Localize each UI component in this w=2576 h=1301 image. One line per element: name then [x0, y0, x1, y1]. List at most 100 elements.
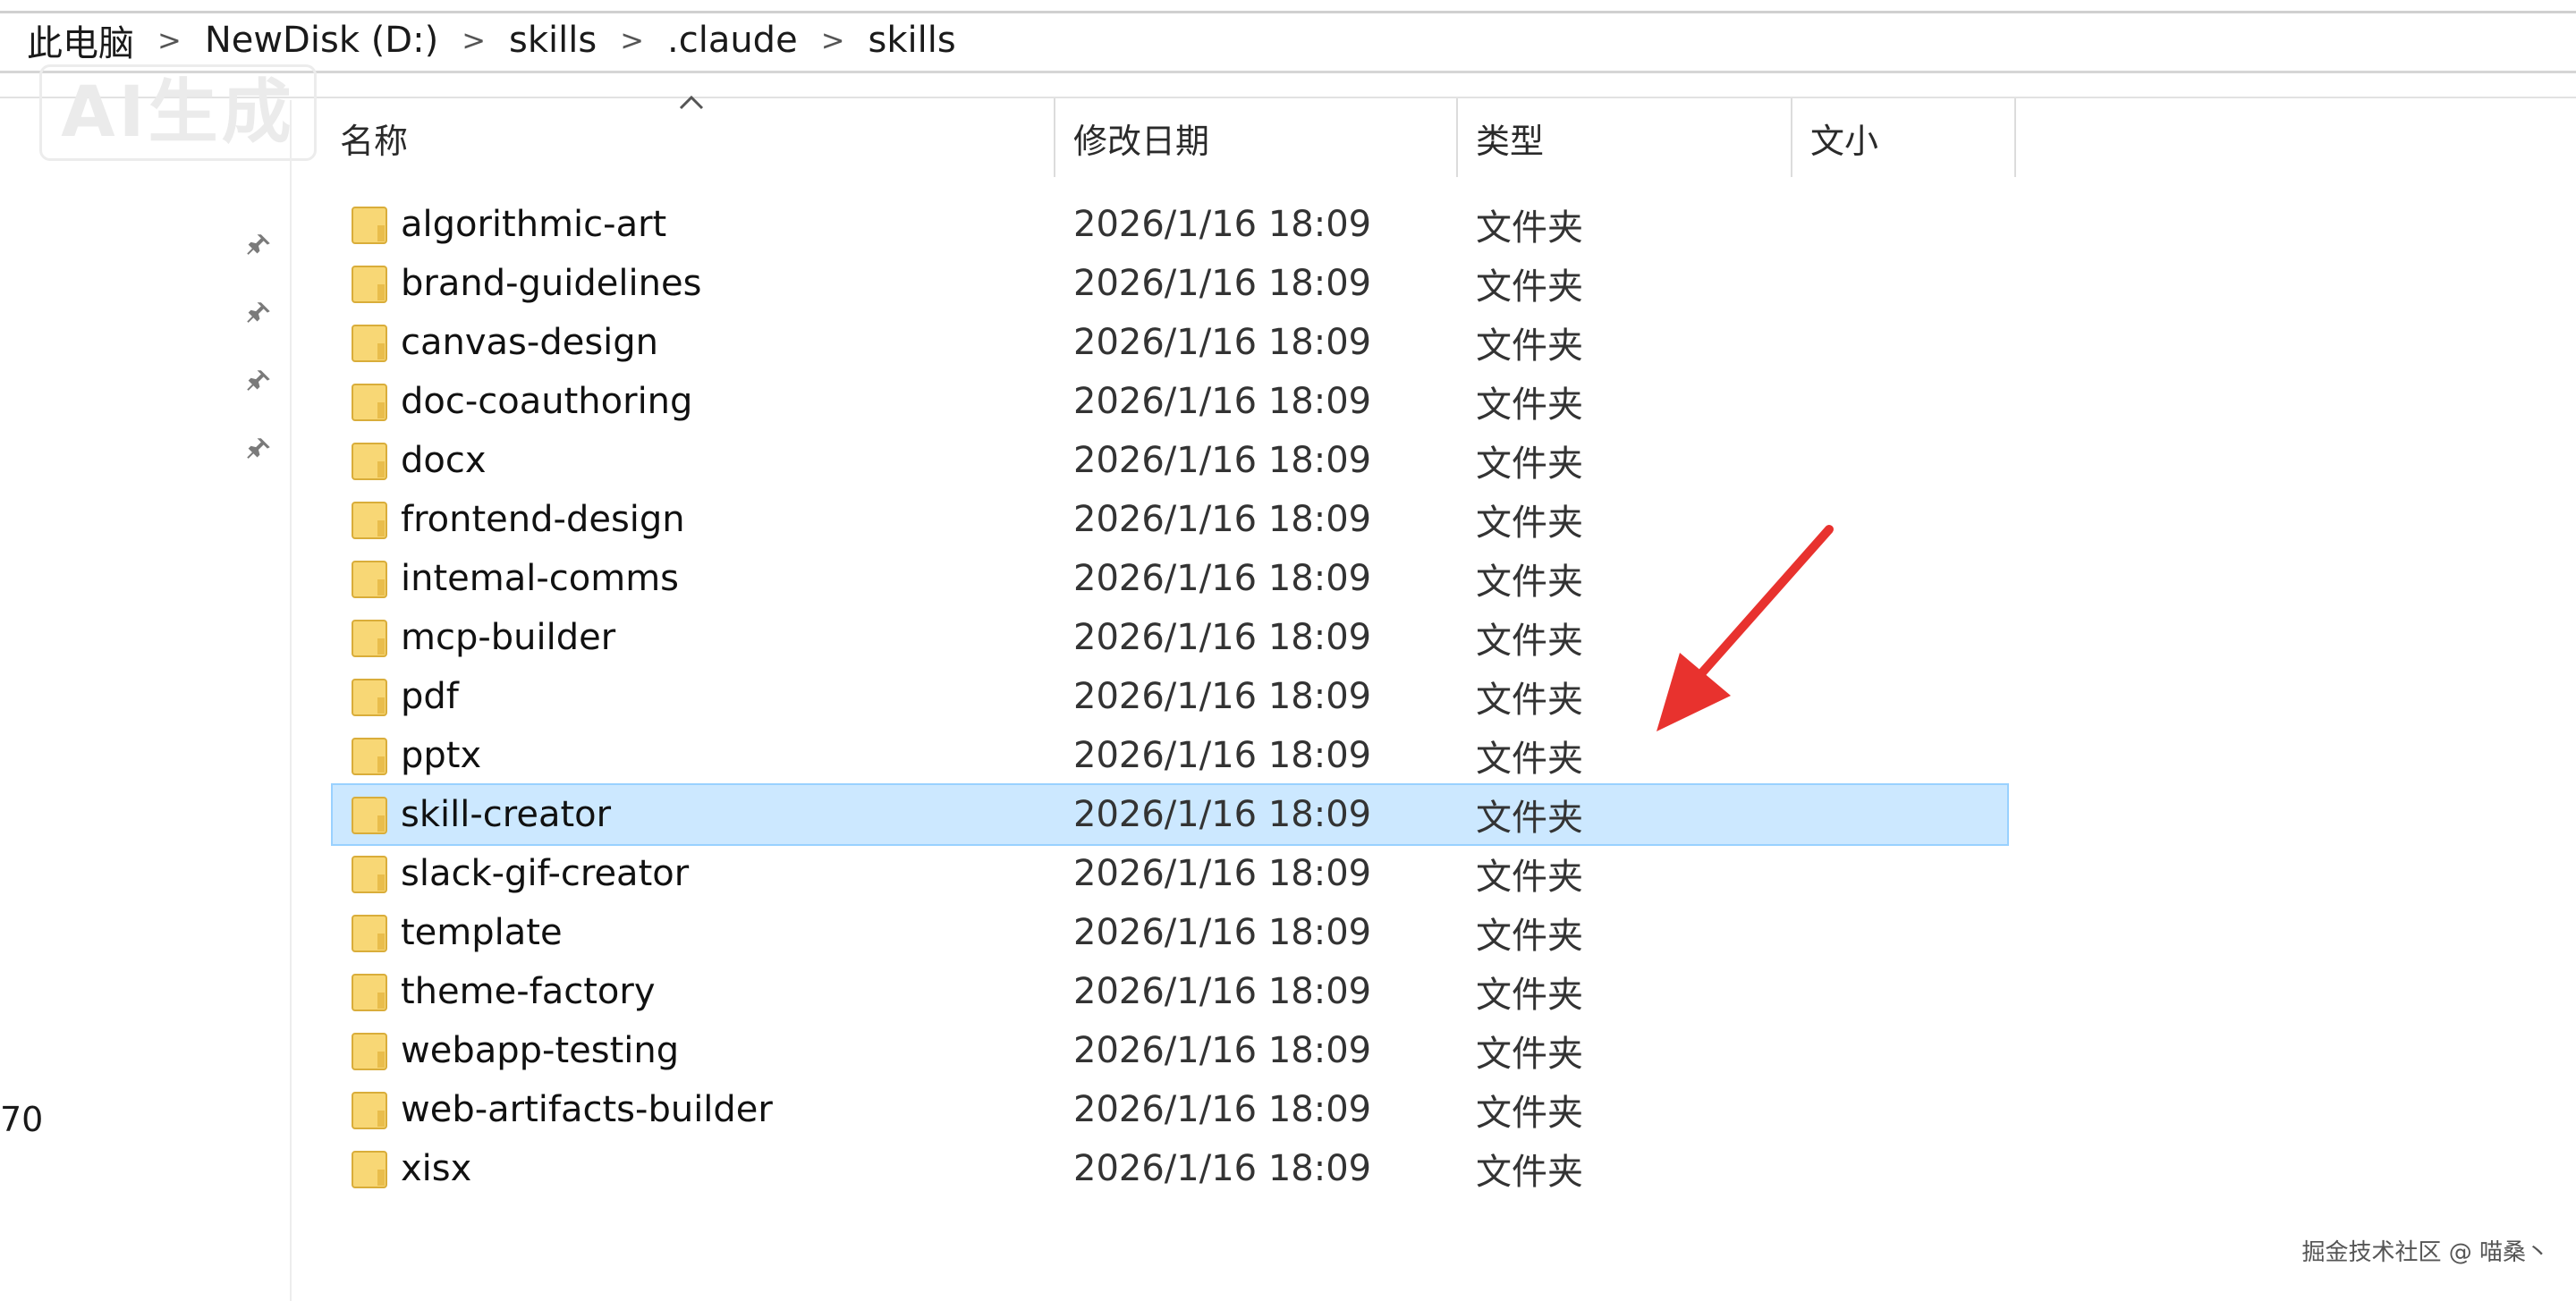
breadcrumb-skills-root[interactable]: skills	[509, 20, 597, 61]
file-name: mcp-builder	[401, 617, 616, 658]
file-name: pptx	[401, 735, 482, 776]
column-divider[interactable]	[2014, 98, 2016, 177]
file-row[interactable]: slack-gif-creator 2026/1/16 18:09 文件夹	[333, 844, 2007, 903]
ai-generated-watermark: AI生成	[39, 64, 317, 161]
folder-icon	[352, 856, 387, 893]
file-row[interactable]: brand-guidelines 2026/1/16 18:09 文件夹	[333, 254, 2007, 313]
file-name: skill-creator	[401, 794, 612, 835]
file-type: 文件夹	[1476, 207, 1583, 249]
chevron-right-icon[interactable]: >	[821, 23, 845, 57]
folder-icon	[352, 266, 387, 303]
folder-icon	[352, 738, 387, 775]
breadcrumb-newdisk[interactable]: NewDisk (D:)	[205, 20, 438, 61]
file-row[interactable]: xisx 2026/1/16 18:09 文件夹	[333, 1139, 2007, 1198]
file-row[interactable]: doc-coauthoring 2026/1/16 18:09 文件夹	[333, 372, 2007, 431]
folder-icon	[352, 207, 387, 244]
file-type: 文件夹	[1476, 798, 1583, 839]
file-date: 2026/1/16 18:09	[1073, 912, 1372, 953]
chevron-right-icon[interactable]: >	[462, 23, 486, 57]
file-name: frontend-design	[401, 499, 685, 540]
file-type: 文件夹	[1476, 266, 1583, 308]
file-date: 2026/1/16 18:09	[1073, 263, 1372, 304]
file-name: template	[401, 912, 563, 953]
file-name: canvas-design	[401, 322, 659, 363]
file-date: 2026/1/16 18:09	[1073, 1089, 1372, 1130]
file-type: 文件夹	[1476, 1152, 1583, 1193]
folder-icon	[352, 384, 387, 421]
file-name: pdf	[401, 676, 459, 717]
file-type: 文件夹	[1476, 503, 1583, 544]
folder-icon	[352, 974, 387, 1011]
folder-icon	[352, 325, 387, 362]
breadcrumb: 此电脑 > NewDisk (D:) > skills > .claude > …	[27, 11, 956, 70]
file-date: 2026/1/16 18:09	[1073, 381, 1372, 422]
file-date: 2026/1/16 18:09	[1073, 204, 1372, 245]
file-date: 2026/1/16 18:09	[1073, 1148, 1372, 1189]
pin-icon[interactable]	[243, 299, 274, 329]
file-date: 2026/1/16 18:09	[1073, 853, 1372, 894]
column-header-name[interactable]: 名称	[340, 98, 1055, 177]
file-date: 2026/1/16 18:09	[1073, 735, 1372, 776]
column-header: 名称 修改日期 类型 文小	[333, 95, 2016, 177]
pin-icon[interactable]	[243, 231, 274, 261]
file-date: 2026/1/16 18:09	[1073, 617, 1372, 658]
file-name: slack-gif-creator	[401, 853, 690, 894]
file-type: 文件夹	[1476, 444, 1583, 485]
column-header-type[interactable]: 类型	[1476, 98, 1780, 177]
folder-icon	[352, 1151, 387, 1188]
file-date: 2026/1/16 18:09	[1073, 676, 1372, 717]
column-divider[interactable]	[1054, 98, 1055, 177]
address-bar[interactable]: 此电脑 > NewDisk (D:) > skills > .claude > …	[0, 0, 2576, 73]
file-type: 文件夹	[1476, 562, 1583, 603]
breadcrumb-this-pc[interactable]: 此电脑	[27, 14, 134, 66]
file-type: 文件夹	[1476, 1034, 1583, 1075]
file-row[interactable]: webapp-testing 2026/1/16 18:09 文件夹	[333, 1021, 2007, 1080]
folder-icon	[352, 1033, 387, 1070]
file-date: 2026/1/16 18:09	[1073, 1030, 1372, 1071]
file-name: algorithmic-art	[401, 204, 667, 245]
folder-icon	[352, 679, 387, 716]
file-date: 2026/1/16 18:09	[1073, 499, 1372, 540]
column-divider[interactable]	[1791, 98, 1792, 177]
column-header-size[interactable]: 文小	[1810, 98, 2007, 177]
file-row[interactable]: canvas-design 2026/1/16 18:09 文件夹	[333, 313, 2007, 372]
file-type: 文件夹	[1476, 621, 1583, 662]
column-divider[interactable]	[1456, 98, 1458, 177]
file-type: 文件夹	[1476, 739, 1583, 780]
pin-icon[interactable]	[243, 367, 274, 397]
file-name: intemal-comms	[401, 558, 680, 599]
file-type: 文件夹	[1476, 384, 1583, 426]
file-type: 文件夹	[1476, 325, 1583, 367]
file-name: xisx	[401, 1148, 472, 1189]
folder-icon	[352, 443, 387, 480]
file-row[interactable]: template 2026/1/16 18:09 文件夹	[333, 903, 2007, 962]
file-date: 2026/1/16 18:09	[1073, 794, 1372, 835]
file-name: docx	[401, 440, 487, 481]
breadcrumb-skills-current[interactable]: skills	[869, 20, 956, 61]
file-row[interactable]: skill-creator 2026/1/16 18:09 文件夹	[331, 783, 2009, 846]
folder-icon	[352, 797, 387, 834]
file-row[interactable]: docx 2026/1/16 18:09 文件夹	[333, 431, 2007, 490]
file-type: 文件夹	[1476, 975, 1583, 1016]
folder-icon	[352, 915, 387, 952]
nav-item-partial-label: 70	[0, 1100, 44, 1139]
column-header-date[interactable]: 修改日期	[1073, 98, 1449, 177]
file-row[interactable]: theme-factory 2026/1/16 18:09 文件夹	[333, 962, 2007, 1021]
file-name: doc-coauthoring	[401, 381, 693, 422]
pin-icon[interactable]	[243, 435, 274, 465]
nav-pane-divider[interactable]	[290, 100, 292, 1301]
file-date: 2026/1/16 18:09	[1073, 971, 1372, 1012]
file-type: 文件夹	[1476, 857, 1583, 898]
file-name: theme-factory	[401, 971, 656, 1012]
file-row[interactable]: algorithmic-art 2026/1/16 18:09 文件夹	[333, 195, 2007, 254]
file-row[interactable]: web-artifacts-builder 2026/1/16 18:09 文件夹	[333, 1080, 2007, 1139]
file-name: webapp-testing	[401, 1030, 680, 1071]
file-type: 文件夹	[1476, 680, 1583, 721]
file-name: brand-guidelines	[401, 263, 702, 304]
chevron-right-icon[interactable]: >	[620, 23, 644, 57]
file-date: 2026/1/16 18:09	[1073, 322, 1372, 363]
folder-icon	[352, 502, 387, 539]
chevron-right-icon[interactable]: >	[157, 23, 182, 57]
breadcrumb-claude[interactable]: .claude	[667, 20, 798, 61]
file-date: 2026/1/16 18:09	[1073, 558, 1372, 599]
